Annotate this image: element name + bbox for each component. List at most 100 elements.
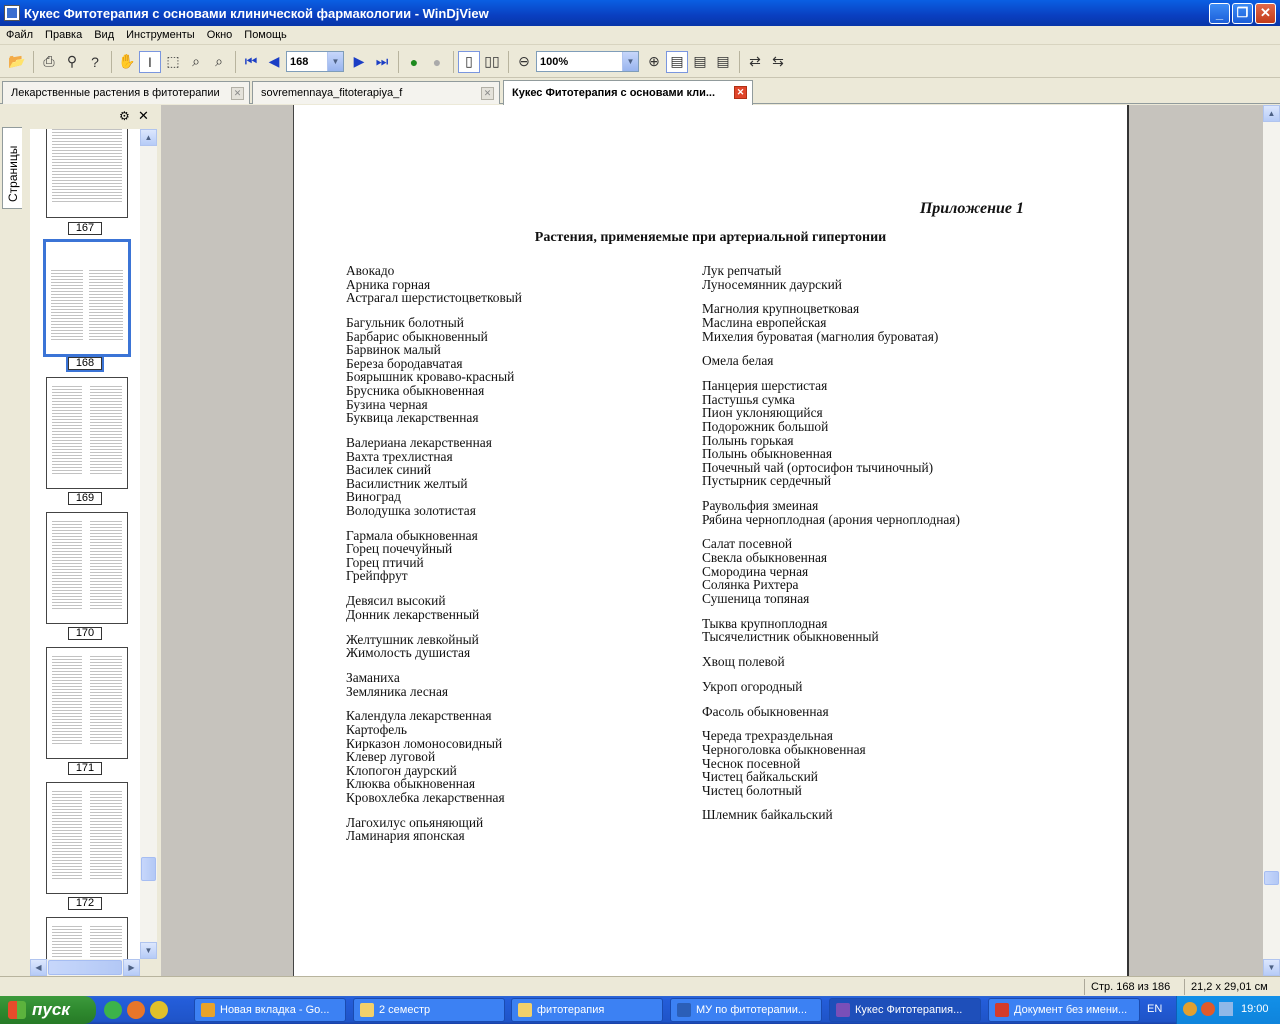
- plant-name: Укроп огородный: [702, 678, 803, 694]
- close-button[interactable]: ✕: [1255, 2, 1276, 24]
- zoom-icon[interactable]: ⌕: [185, 51, 207, 73]
- fit-width-icon[interactable]: ▤: [689, 51, 711, 73]
- document-view[interactable]: Приложение 1 Растения, применяемые при а…: [161, 105, 1263, 976]
- language-indicator[interactable]: EN: [1147, 1003, 1162, 1015]
- forward-icon[interactable]: ●: [426, 51, 448, 73]
- fit-page-icon[interactable]: ▤: [712, 51, 734, 73]
- zoom-in-icon[interactable]: ⊕: [643, 51, 665, 73]
- taskbar-item[interactable]: МУ по фитотерапии...: [670, 998, 822, 1022]
- page-thumbnail[interactable]: [46, 647, 128, 759]
- tray-app-icon[interactable]: [1183, 1002, 1197, 1016]
- plant-name: Почечный чай (ортосифон тычиночный): [702, 459, 934, 475]
- minimize-button[interactable]: _: [1209, 2, 1230, 24]
- page-thumbnail[interactable]: [46, 782, 128, 894]
- clock: 19:00: [1241, 1003, 1269, 1015]
- plant-name: Гармала обыкновенная: [346, 527, 478, 543]
- plant-name: Девясил высокий: [346, 593, 446, 609]
- close-tab-icon[interactable]: ✕: [231, 87, 244, 100]
- scroll-right-icon[interactable]: ▶: [123, 959, 140, 976]
- single-page-layout-icon[interactable]: ▯: [458, 50, 480, 73]
- scroll-down-icon[interactable]: ▼: [1263, 959, 1280, 976]
- tab-pages[interactable]: Страницы: [2, 127, 22, 209]
- taskbar-item[interactable]: Документ без имени...: [988, 998, 1140, 1022]
- scrollbar-thumb[interactable]: [1264, 871, 1279, 885]
- text-select-icon[interactable]: I: [139, 50, 161, 73]
- page-number-combo[interactable]: 168 ▼: [286, 51, 344, 72]
- thumbnail-page-number[interactable]: 169: [68, 492, 102, 505]
- page-thumbnail[interactable]: [46, 512, 128, 624]
- page-thumbnail-selected[interactable]: [43, 239, 131, 357]
- menu-tools[interactable]: Инструменты: [120, 29, 201, 41]
- menu-edit[interactable]: Правка: [39, 29, 88, 41]
- thumbnail-page-number[interactable]: 170: [68, 627, 102, 640]
- prev-page-icon[interactable]: ◀: [263, 51, 285, 73]
- start-button[interactable]: пуск: [0, 996, 96, 1024]
- menu-help[interactable]: Помощь: [238, 29, 293, 41]
- thumbnail-vertical-scrollbar[interactable]: ▲ ▼: [140, 129, 157, 959]
- scrollbar-thumb[interactable]: [48, 960, 122, 975]
- taskbar-item[interactable]: 2 семестр: [353, 998, 505, 1022]
- thumbnail-page-number[interactable]: 167: [68, 222, 102, 235]
- taskbar-item-active[interactable]: Кукес Фитотерапия...: [829, 998, 981, 1022]
- status-page-size: 21,2 x 29,01 см: [1184, 979, 1280, 995]
- hand-tool-icon[interactable]: ✋: [116, 51, 138, 73]
- page-thumbnail[interactable]: [46, 377, 128, 489]
- first-page-icon[interactable]: ⏮: [240, 51, 262, 73]
- plant-name: Клевер луговой: [346, 749, 436, 765]
- plant-name: Горец птичий: [346, 554, 424, 570]
- chevron-down-icon[interactable]: ▼: [622, 52, 638, 71]
- menu-window[interactable]: Окно: [201, 29, 239, 41]
- close-tab-icon[interactable]: ✕: [481, 87, 494, 100]
- tab-document-3[interactable]: Кукес Фитотерапия с основами кли... ✕: [503, 80, 753, 105]
- find-icon[interactable]: ⚲: [61, 51, 83, 73]
- word-icon: [677, 1003, 691, 1017]
- close-icon[interactable]: ✕: [138, 108, 149, 124]
- tab-document-1[interactable]: Лекарственные растения в фитотерапии ✕: [2, 81, 250, 104]
- scroll-up-icon[interactable]: ▲: [140, 129, 157, 146]
- utorrent-icon[interactable]: [104, 1001, 122, 1019]
- help-icon[interactable]: ?: [84, 51, 106, 73]
- zoom-rect-icon[interactable]: ⌕: [208, 51, 230, 73]
- open-folder-icon[interactable]: 📂: [6, 51, 28, 73]
- thumbnail-page-number[interactable]: 168: [66, 355, 104, 372]
- scroll-down-icon[interactable]: ▼: [140, 942, 157, 959]
- next-page-icon[interactable]: ▶: [348, 51, 370, 73]
- tab-document-2[interactable]: sovremennaya_fitoterapiya_f ✕: [252, 81, 500, 104]
- zoom-combo[interactable]: 100% ▼: [536, 51, 639, 72]
- menu-file[interactable]: Файл: [0, 29, 39, 41]
- rotate-right-icon[interactable]: ⇆: [767, 51, 789, 73]
- zoom-out-icon[interactable]: ⊖: [513, 51, 535, 73]
- page-thumbnail[interactable]: [46, 917, 128, 959]
- taskbar-item-label: МУ по фитотерапии...: [696, 1004, 808, 1016]
- plant-name: Береза бородавчатая: [346, 355, 463, 371]
- thumbnail-horizontal-scrollbar[interactable]: ◀ ▶: [30, 959, 140, 976]
- tray-app-icon[interactable]: [1201, 1002, 1215, 1016]
- gear-icon[interactable]: ⚙: [119, 109, 130, 123]
- chrome-icon[interactable]: [150, 1001, 168, 1019]
- menu-view[interactable]: Вид: [88, 29, 120, 41]
- scroll-left-icon[interactable]: ◀: [30, 959, 47, 976]
- document-vertical-scrollbar[interactable]: ▲ ▼: [1263, 105, 1280, 976]
- taskbar-item[interactable]: Новая вкладка - Go...: [194, 998, 346, 1022]
- close-tab-icon[interactable]: ✕: [734, 86, 747, 99]
- last-page-icon[interactable]: ⏭: [371, 51, 393, 73]
- scrollbar-thumb[interactable]: [141, 857, 156, 881]
- plant-name: Чистец байкальский: [702, 769, 818, 785]
- actual-size-icon[interactable]: ▤: [666, 50, 688, 73]
- firefox-icon[interactable]: [127, 1001, 145, 1019]
- scroll-up-icon[interactable]: ▲: [1263, 105, 1280, 122]
- network-icon[interactable]: [1219, 1002, 1233, 1016]
- thumbnail-page-number[interactable]: 171: [68, 762, 102, 775]
- plant-name: Земляника лесная: [346, 683, 449, 699]
- taskbar-item[interactable]: фитотерапия: [511, 998, 663, 1022]
- print-icon[interactable]: ⎙: [38, 51, 60, 73]
- thumbnail-page-number[interactable]: 172: [68, 897, 102, 910]
- page-thumbnail[interactable]: [46, 129, 128, 218]
- rect-select-icon[interactable]: ⬚: [162, 51, 184, 73]
- two-page-layout-icon[interactable]: ▯▯: [481, 51, 503, 73]
- chevron-down-icon[interactable]: ▼: [327, 52, 343, 71]
- maximize-button[interactable]: ❐: [1232, 2, 1253, 24]
- back-icon[interactable]: ●: [403, 51, 425, 73]
- title-bar: Кукес Фитотерапия с основами клинической…: [0, 0, 1280, 26]
- rotate-left-icon[interactable]: ⇄: [744, 51, 766, 73]
